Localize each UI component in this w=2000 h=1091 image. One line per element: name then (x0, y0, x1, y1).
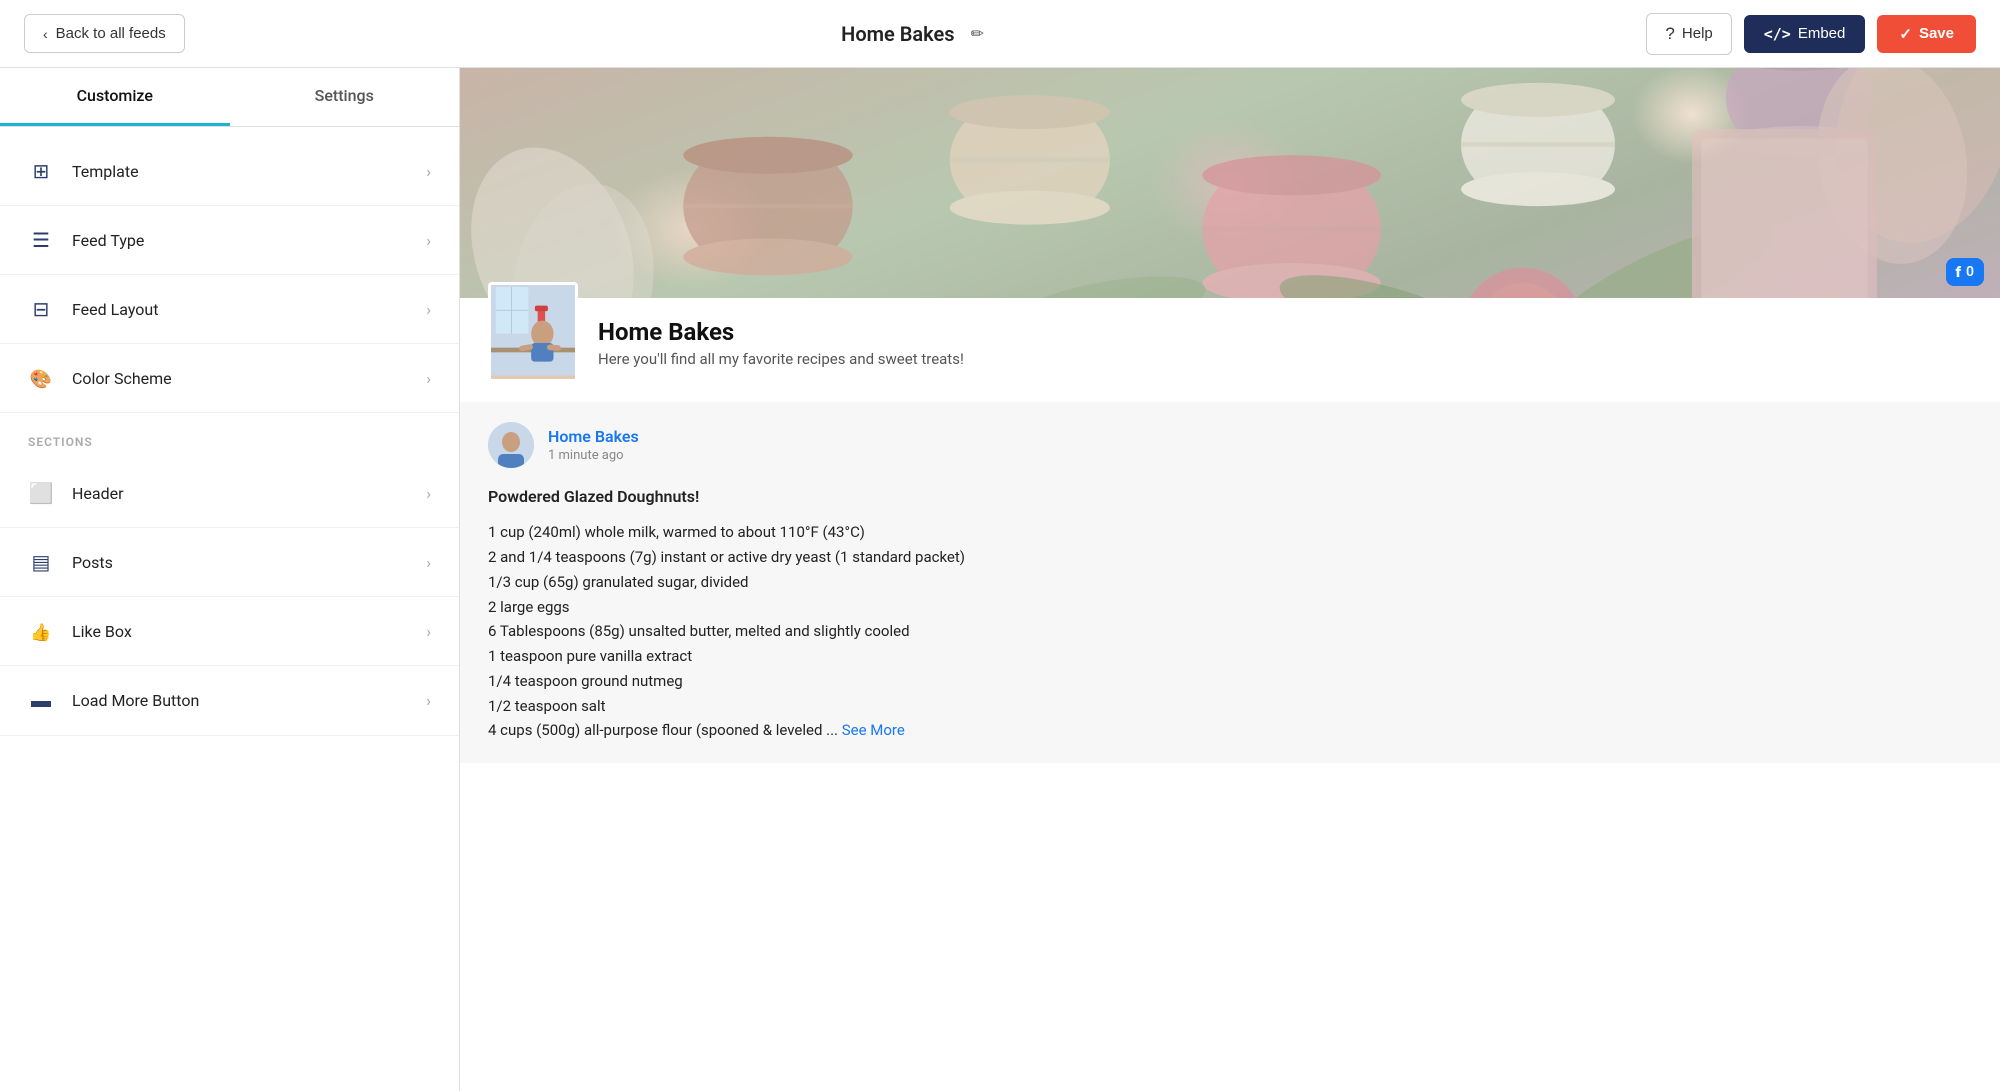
template-icon (28, 159, 54, 183)
ingredient-line-4: 2 large eggs (488, 595, 1972, 620)
sidebar-item-header[interactable]: Header › (0, 459, 459, 528)
profile-name: Home Bakes (598, 318, 964, 346)
sidebar-item-feed-type[interactable]: Feed Type › (0, 206, 459, 275)
pencil-icon: ✏ (971, 26, 984, 43)
post-ingredients: 1 cup (240ml) whole milk, warmed to abou… (488, 520, 1972, 743)
feed-title: Home Bakes (841, 22, 954, 46)
cover-image: f 0 (460, 68, 2000, 298)
ingredient-line-3: 1/3 cup (65g) granulated sugar, divided (488, 570, 1972, 595)
save-label: Save (1919, 25, 1954, 42)
chevron-right-icon: › (426, 553, 431, 572)
like-box-icon (28, 619, 54, 643)
header-icon (28, 481, 54, 505)
chevron-right-icon: › (426, 300, 431, 319)
header-label: Header (72, 484, 124, 503)
ingredient-line-2: 2 and 1/4 teaspoons (7g) instant or acti… (488, 545, 1972, 570)
cover-decorative-svg (460, 68, 2000, 298)
post-meta: Home Bakes 1 minute ago (548, 427, 639, 463)
chevron-right-icon: › (426, 691, 431, 710)
fb-icon: f (1956, 263, 1961, 281)
color-scheme-label: Color Scheme (72, 369, 172, 388)
back-button-label: Back to all feeds (56, 25, 166, 42)
like-box-label: Like Box (72, 622, 132, 641)
chevron-right-icon: › (426, 369, 431, 388)
chevron-right-icon: › (426, 622, 431, 641)
check-icon: ✓ (1899, 25, 1912, 43)
post-time: 1 minute ago (548, 448, 639, 463)
chevron-right-icon: › (426, 162, 431, 181)
embed-button[interactable]: </> Embed (1744, 15, 1866, 53)
arrow-left-icon: ‹ (43, 26, 48, 42)
topbar-right: ? Help </> Embed ✓ Save (1646, 13, 1976, 55)
feed-type-icon (28, 228, 54, 252)
post-avatar-image (488, 422, 534, 468)
see-more-link[interactable]: See More (842, 721, 905, 739)
feed-layout-icon (28, 297, 54, 321)
question-icon: ? (1665, 24, 1674, 44)
sidebar-item-like-box[interactable]: Like Box › (0, 597, 459, 666)
ingredient-line-6: 1 teaspoon pure vanilla extract (488, 644, 1972, 669)
ingredient-line-5: 6 Tablespoons (85g) unsalted butter, mel… (488, 619, 1972, 644)
ingredient-line-7: 1/4 teaspoon ground nutmeg (488, 669, 1972, 694)
code-icon: </> (1764, 25, 1791, 43)
post-content: Powdered Glazed Doughnuts! 1 cup (240ml)… (488, 484, 1972, 743)
sections-label: SECTIONS (0, 413, 459, 459)
posts-label: Posts (72, 553, 113, 572)
main-layout: Customize Settings Template › Feed Type (0, 68, 2000, 1091)
back-button[interactable]: ‹ Back to all feeds (24, 14, 185, 53)
load-more-icon (28, 688, 54, 713)
chevron-right-icon: › (426, 231, 431, 250)
facebook-badge[interactable]: f 0 (1946, 258, 1984, 286)
ingredient-line-8: 1/2 teaspoon salt (488, 694, 1972, 719)
help-button[interactable]: ? Help (1646, 13, 1731, 55)
profile-info: Home Bakes Here you'll find all my favor… (598, 312, 964, 368)
topbar: ‹ Back to all feeds Home Bakes ✏ ? Help … (0, 0, 2000, 68)
post-header: Home Bakes 1 minute ago (488, 422, 1972, 468)
save-button[interactable]: ✓ Save (1877, 15, 1976, 53)
fb-count: 0 (1966, 264, 1974, 280)
load-more-label: Load More Button (72, 691, 199, 710)
topbar-center: Home Bakes ✏ (841, 18, 990, 50)
color-scheme-icon (28, 366, 54, 390)
posts-icon (28, 550, 54, 574)
edit-feed-title-button[interactable]: ✏ (965, 18, 990, 50)
preview-content: f 0 (460, 68, 2000, 1091)
sidebar-item-posts[interactable]: Posts › (0, 528, 459, 597)
feed-type-label: Feed Type (72, 231, 144, 250)
profile-avatar (488, 282, 578, 382)
profile-section: Home Bakes Here you'll find all my favor… (460, 296, 2000, 402)
profile-description: Here you'll find all my favorite recipes… (598, 350, 964, 368)
preview-area: f 0 (460, 68, 2000, 1091)
sidebar-item-load-more[interactable]: Load More Button › (0, 666, 459, 736)
template-label: Template (72, 162, 139, 181)
sidebar-item-feed-layout[interactable]: Feed Layout › (0, 275, 459, 344)
sidebar-tabs: Customize Settings (0, 68, 459, 127)
avatar-illustration (491, 282, 575, 379)
tab-settings[interactable]: Settings (230, 68, 460, 126)
embed-label: Embed (1798, 25, 1846, 42)
post-section: Home Bakes 1 minute ago Powdered Glazed … (460, 402, 2000, 763)
post-avatar (488, 422, 534, 468)
topbar-left: ‹ Back to all feeds (24, 14, 185, 53)
feed-layout-label: Feed Layout (72, 300, 158, 319)
post-author[interactable]: Home Bakes (548, 427, 639, 446)
sidebar-menu: Template › Feed Type › Feed Layout › (0, 127, 459, 746)
ingredient-line-1: 1 cup (240ml) whole milk, warmed to abou… (488, 520, 1972, 545)
tab-customize[interactable]: Customize (0, 68, 230, 126)
help-label: Help (1682, 25, 1713, 42)
ingredient-line-9: 4 cups (500g) all-purpose flour (spooned… (488, 718, 1972, 743)
post-title: Powdered Glazed Doughnuts! (488, 484, 1972, 510)
sidebar-item-template[interactable]: Template › (0, 137, 459, 206)
sidebar: Customize Settings Template › Feed Type (0, 68, 460, 1091)
sidebar-item-color-scheme[interactable]: Color Scheme › (0, 344, 459, 413)
chevron-right-icon: › (426, 484, 431, 503)
